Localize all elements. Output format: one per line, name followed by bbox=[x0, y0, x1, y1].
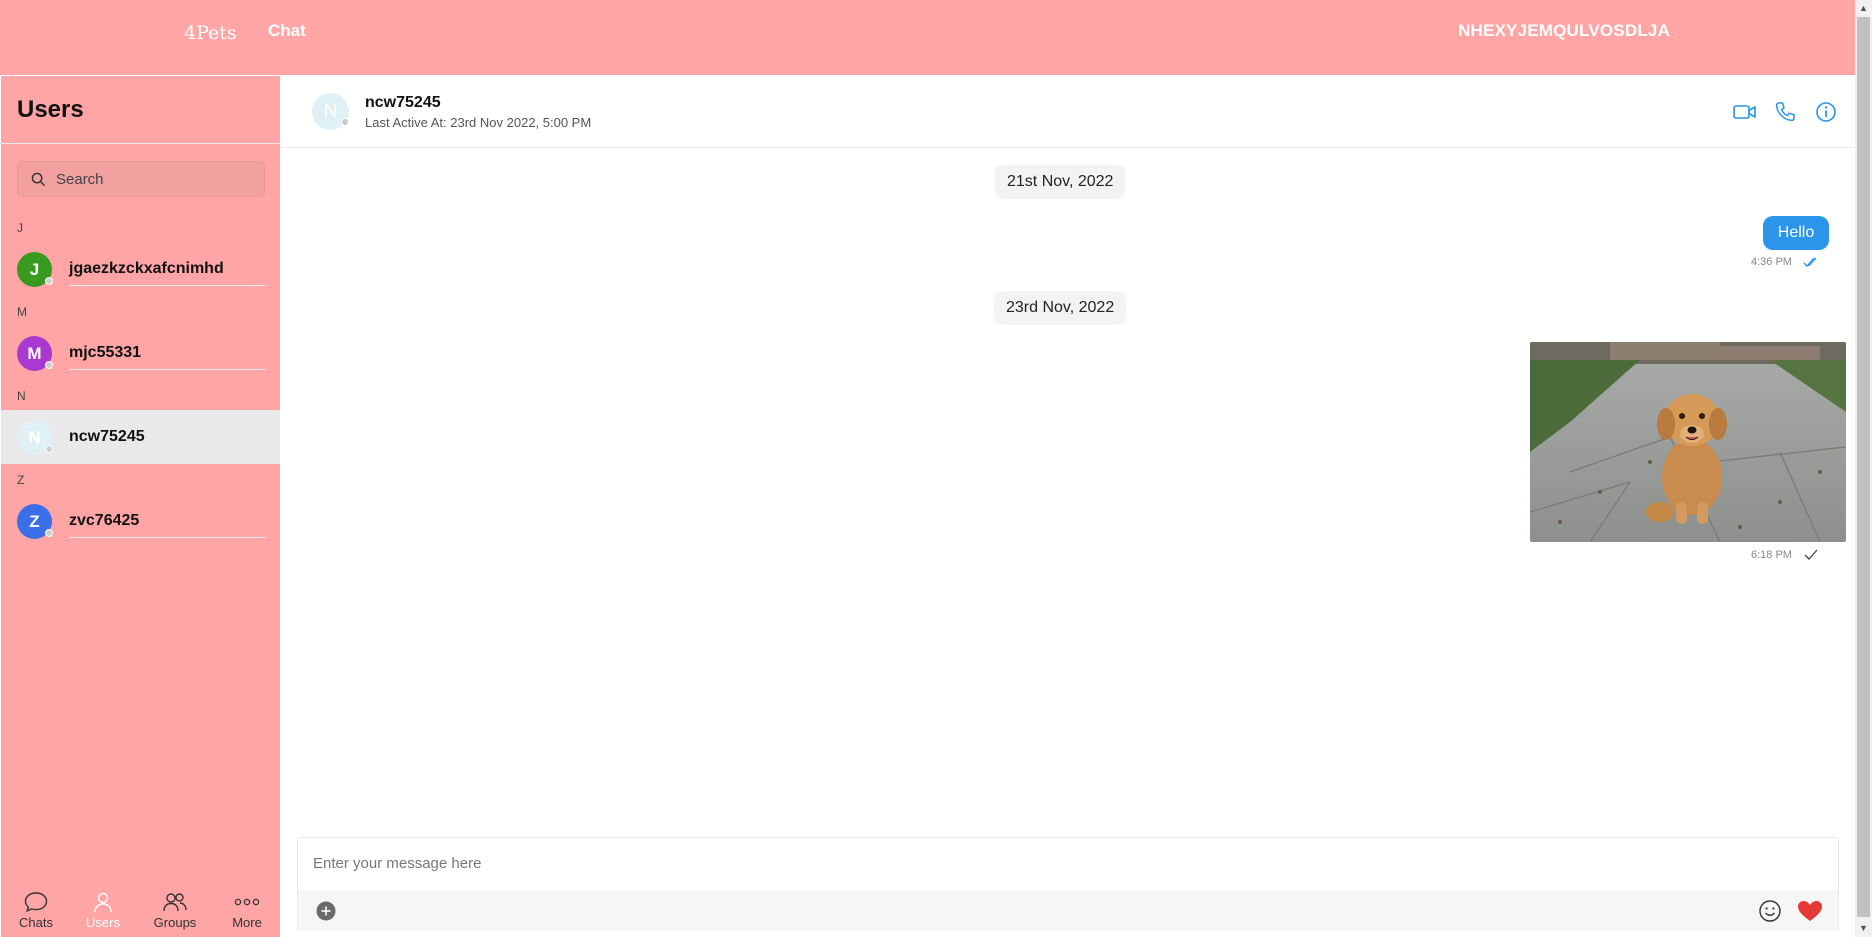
scroll-up-arrow[interactable]: ▲ bbox=[1855, 0, 1872, 17]
group-icon bbox=[163, 893, 187, 912]
user-icon bbox=[94, 892, 112, 913]
chat-bubble-icon bbox=[24, 892, 48, 913]
message-time: 4:36 PM bbox=[1751, 256, 1792, 268]
user-name: ncw75245 bbox=[69, 428, 145, 445]
add-attachment-icon[interactable] bbox=[316, 901, 336, 921]
contact-name[interactable]: ncw75245 bbox=[365, 94, 441, 112]
user-name: jgaezkzckxafcnimhd bbox=[69, 260, 224, 277]
video-call-icon[interactable] bbox=[1732, 100, 1758, 124]
users-sidebar: Users J J jgaezkzckxafcnimhd M M mjc5533… bbox=[1, 76, 280, 937]
message-input[interactable] bbox=[313, 848, 1813, 878]
phone-icon[interactable] bbox=[1773, 100, 1799, 124]
search-icon bbox=[31, 172, 46, 187]
status-dot bbox=[45, 529, 53, 537]
divider bbox=[69, 369, 265, 370]
composer-toolbar bbox=[298, 890, 1838, 931]
status-dot bbox=[45, 445, 53, 453]
search-input[interactable] bbox=[56, 162, 256, 196]
user-row-zvc76425[interactable]: Z zvc76425 bbox=[1, 494, 280, 548]
user-row-mjc55331[interactable]: M mjc55331 bbox=[1, 326, 280, 380]
status-dot bbox=[45, 361, 53, 369]
nav-groups-label: Groups bbox=[153, 915, 197, 930]
last-active-status: Last Active At: 23rd Nov 2022, 5:00 PM bbox=[365, 115, 592, 130]
avatar: Z bbox=[17, 504, 53, 539]
date-separator: 21st Nov, 2022 bbox=[995, 165, 1126, 199]
avatar: J bbox=[17, 252, 53, 287]
user-name: zvc76425 bbox=[69, 512, 140, 529]
chat-header: N ncw75245 Last Active At: 23rd Nov 2022… bbox=[281, 76, 1855, 148]
search-box[interactable] bbox=[17, 161, 265, 197]
nav-more[interactable]: More bbox=[217, 891, 277, 930]
contact-avatar[interactable]: N bbox=[312, 93, 349, 130]
scroll-thumb[interactable] bbox=[1857, 17, 1870, 917]
group-letter-n: N bbox=[17, 389, 26, 403]
status-dot bbox=[45, 277, 53, 285]
nav-chats[interactable]: Chats bbox=[6, 891, 66, 930]
nav-groups[interactable]: Groups bbox=[145, 891, 205, 930]
double-check-icon bbox=[1803, 257, 1817, 267]
nav-more-label: More bbox=[232, 915, 262, 930]
page-scrollbar[interactable]: ▲ ▼ bbox=[1855, 0, 1872, 937]
divider bbox=[1, 143, 280, 144]
group-letter-z: Z bbox=[17, 473, 25, 487]
info-icon[interactable] bbox=[1813, 100, 1839, 124]
message-composer bbox=[297, 837, 1839, 931]
nav-chat-link[interactable]: Chat bbox=[268, 21, 306, 41]
emoji-icon[interactable] bbox=[1758, 899, 1782, 923]
heart-icon[interactable] bbox=[1797, 900, 1823, 922]
more-dots-icon bbox=[234, 898, 260, 906]
scroll-down-arrow[interactable]: ▼ bbox=[1855, 920, 1872, 937]
avatar: N bbox=[17, 420, 53, 455]
nav-users-label: Users bbox=[86, 915, 120, 930]
divider bbox=[69, 285, 265, 286]
user-name: mjc55331 bbox=[69, 344, 142, 361]
user-row-jgaezkzckxafcnimhd[interactable]: J jgaezkzckxafcnimhd bbox=[1, 242, 280, 296]
group-letter-j: J bbox=[17, 221, 23, 235]
top-navbar: 4Pets Chat NHEXYJEMQULVOSDLJA bbox=[0, 0, 1855, 75]
sidebar-title: Users bbox=[17, 96, 84, 123]
brand-logo[interactable]: 4Pets bbox=[184, 22, 237, 44]
user-row-ncw75245[interactable]: N ncw75245 bbox=[1, 410, 280, 464]
message-time: 6:18 PM bbox=[1751, 549, 1792, 561]
bottom-nav: Chats Users Groups More bbox=[1, 891, 280, 937]
avatar: M bbox=[17, 336, 53, 371]
nav-chats-label: Chats bbox=[19, 915, 53, 930]
nav-username[interactable]: NHEXYJEMQULVOSDLJA bbox=[1458, 21, 1670, 41]
check-icon bbox=[1804, 549, 1818, 560]
group-letter-m: M bbox=[17, 305, 27, 319]
date-separator: 23rd Nov, 2022 bbox=[994, 291, 1127, 325]
message-bubble[interactable]: Hello bbox=[1763, 216, 1829, 250]
divider bbox=[69, 537, 265, 538]
status-dot bbox=[341, 118, 349, 126]
nav-users[interactable]: Users bbox=[73, 891, 133, 930]
puppy-photo[interactable] bbox=[1530, 342, 1846, 542]
